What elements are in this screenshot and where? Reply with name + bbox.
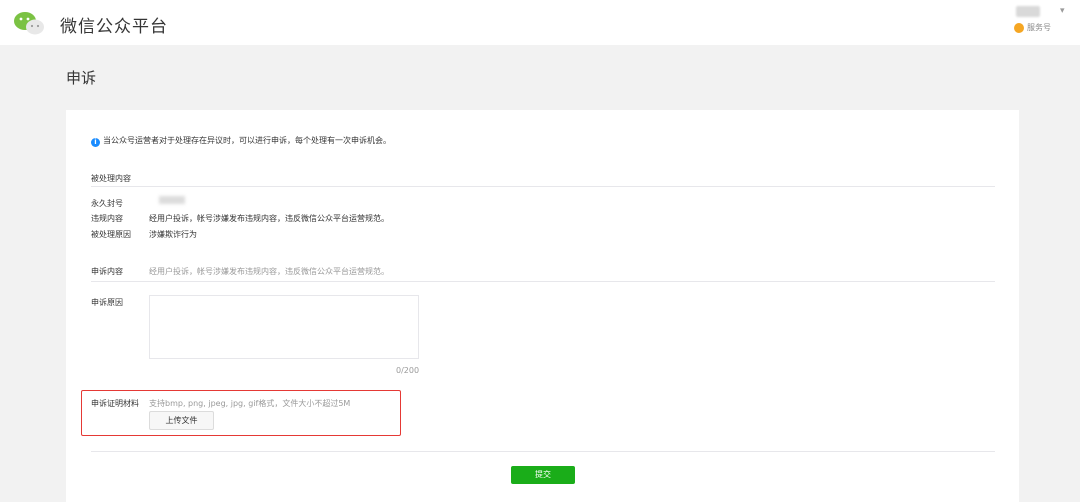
appeal-content-label: 申诉内容 xyxy=(91,267,123,276)
wechat-logo-icon[interactable] xyxy=(12,10,46,36)
appeal-form-card: i 当公众号运营者对于处理存在异议时，可以进行申诉，每个处理有一次申诉机会。 被处… xyxy=(66,110,1019,502)
handled-row-value: 经用户投诉，帐号涉嫌发布违规内容，违反微信公众平台运营规范。 xyxy=(149,214,389,223)
evidence-highlight-frame xyxy=(81,390,401,436)
evidence-hint: 支持bmp, png, jpeg, jpg, gif格式，文件大小不超过5M xyxy=(149,399,351,408)
service-account-icon xyxy=(1014,23,1024,33)
divider xyxy=(91,451,995,452)
submit-button[interactable]: 提交 xyxy=(511,466,575,484)
char-counter: 0/200 xyxy=(396,366,420,375)
handled-row-label: 被处理原因 xyxy=(91,230,131,239)
notice-bar: i 当公众号运营者对于处理存在异议时，可以进行申诉，每个处理有一次申诉机会。 xyxy=(91,135,391,147)
brand-title[interactable]: 微信公众平台 xyxy=(60,12,168,37)
notice-text: 当公众号运营者对于处理存在异议时，可以进行申诉，每个处理有一次申诉机会。 xyxy=(103,136,391,145)
account-name-blurred xyxy=(1016,6,1040,17)
info-icon: i xyxy=(91,138,100,147)
appeal-reason-textarea[interactable] xyxy=(149,295,419,359)
page-title: 申诉 xyxy=(66,69,97,87)
handled-row-label: 违规内容 xyxy=(91,214,123,223)
chevron-down-icon[interactable]: ▾ xyxy=(1060,6,1065,16)
upload-file-button[interactable]: 上传文件 xyxy=(149,411,214,430)
account-menu[interactable]: ▾ 服务号 xyxy=(1002,6,1072,38)
divider xyxy=(91,281,995,282)
top-bar: 微信公众平台 ▾ 服务号 xyxy=(0,0,1080,45)
section-title-handled: 被处理内容 xyxy=(91,174,131,183)
appeal-reason-label: 申诉原因 xyxy=(91,298,123,307)
appeal-content-value: 经用户投诉，帐号涉嫌发布违规内容，违反微信公众平台运营规范。 xyxy=(149,267,389,276)
divider xyxy=(91,186,995,187)
handled-row-value: 涉嫌欺诈行为 xyxy=(149,230,197,239)
account-type-label: 服务号 xyxy=(1027,23,1051,32)
handled-row-label: 永久封号 xyxy=(91,199,123,208)
blurred-account-id xyxy=(159,196,185,204)
evidence-label: 申诉证明材料 xyxy=(91,399,139,408)
